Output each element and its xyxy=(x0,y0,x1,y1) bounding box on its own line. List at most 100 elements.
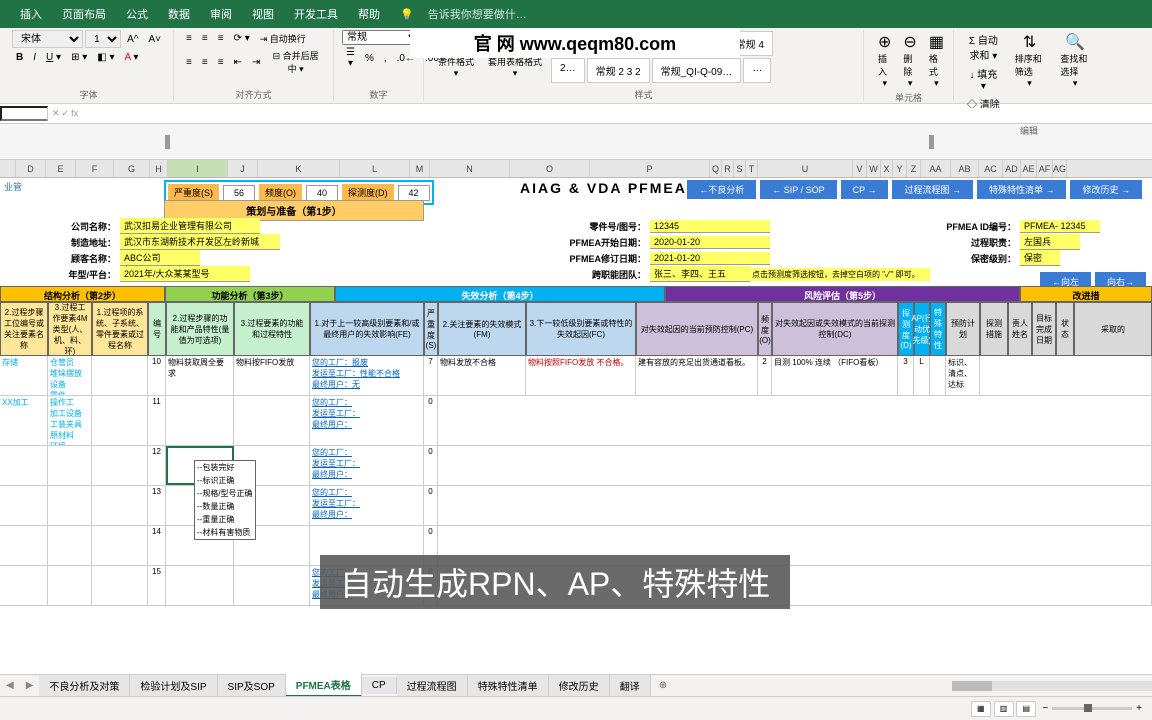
col-X[interactable]: X xyxy=(881,160,893,177)
dropdown-item[interactable]: --重量正确 xyxy=(195,513,255,526)
fill-btn[interactable]: ↓ 填充 ▾ xyxy=(962,64,1005,94)
style-box-more[interactable]: … xyxy=(743,58,771,83)
merge-btn[interactable]: ⊟ 合并后居中 ▾ xyxy=(266,47,325,77)
confirm-fx-icon[interactable]: ✓ xyxy=(62,108,70,119)
level-val[interactable]: 保密 xyxy=(1020,250,1060,266)
part-val[interactable]: 12345 xyxy=(650,220,770,233)
tab-formulas[interactable]: 公式 xyxy=(116,0,158,28)
formula-input[interactable] xyxy=(82,108,1152,119)
col-L[interactable]: L xyxy=(340,160,410,177)
nav-spec[interactable]: 特殊特性清单 → xyxy=(977,180,1067,199)
orient-btn[interactable]: ⟳ ▾ xyxy=(230,30,254,47)
col-AF[interactable]: AF xyxy=(1037,160,1053,177)
fill-color-btn[interactable]: ◧ ▾ xyxy=(93,50,118,65)
font-size-select[interactable]: 10 xyxy=(85,30,121,48)
sheet-tab[interactable]: 检验计划及SIP xyxy=(130,675,217,696)
indent-dec[interactable]: ⇤ xyxy=(230,47,246,77)
col-AG[interactable]: AG xyxy=(1053,160,1067,177)
col-Y[interactable]: Y xyxy=(893,160,907,177)
occ-value[interactable]: 40 xyxy=(306,185,338,201)
dropdown-item[interactable]: --材料有害物质含量% xyxy=(195,526,255,540)
owner-val[interactable]: 左国兵 xyxy=(1020,234,1080,250)
cust-val[interactable]: ABC公司 xyxy=(120,250,200,266)
style-box-6[interactable]: 常规_QI-Q-09… xyxy=(652,58,742,83)
insert-btn[interactable]: ⊕插入 ▾ xyxy=(872,30,897,91)
zoom-in-icon[interactable]: + xyxy=(1136,703,1142,714)
team-val[interactable]: 张三、李四、王五 xyxy=(650,266,750,282)
autosum-btn[interactable]: Σ 自动求和 ▾ xyxy=(962,30,1005,64)
font-name-select[interactable]: 宋体 xyxy=(12,30,83,48)
sheet-tab[interactable]: 不良分析及对策 xyxy=(39,675,130,696)
col-Z[interactable]: Z xyxy=(907,160,921,177)
det-value[interactable]: 42 xyxy=(398,185,430,201)
comma-btn[interactable]: , xyxy=(380,45,391,71)
addr-val[interactable]: 武汉市东湖新技术开发区左岭新城 xyxy=(120,234,280,250)
split-handle-icon[interactable] xyxy=(165,135,170,149)
col-O[interactable]: O xyxy=(510,160,590,177)
dropdown-list[interactable]: --包装完好 --标识正确 --规格/型号正确 --数量正确 --重量正确 --… xyxy=(194,460,256,540)
hscroll[interactable] xyxy=(952,681,1152,691)
col-M[interactable]: M xyxy=(410,160,430,177)
cancel-fx-icon[interactable]: ✕ xyxy=(52,108,60,119)
name-box[interactable] xyxy=(0,106,48,121)
col-AE[interactable]: AE xyxy=(1021,160,1037,177)
border-btn[interactable]: ⊞ ▾ xyxy=(67,50,91,65)
col-AD[interactable]: AD xyxy=(1003,160,1021,177)
zoom-slider[interactable] xyxy=(1052,707,1132,710)
dropdown-item[interactable]: --数量正确 xyxy=(195,500,255,513)
wrap-btn[interactable]: ⇥ 自动换行 xyxy=(256,30,310,47)
italic-btn[interactable]: I xyxy=(29,50,40,65)
delete-btn[interactable]: ⊖删除 ▾ xyxy=(897,30,922,91)
align-top[interactable]: ≡ xyxy=(182,30,196,47)
normal-view-icon[interactable]: ▦ xyxy=(971,701,991,717)
underline-btn[interactable]: U ▾ xyxy=(42,50,65,65)
col-P[interactable]: P xyxy=(590,160,710,177)
style-box-up[interactable]: 2… xyxy=(551,58,585,83)
nav-cp[interactable]: CP → xyxy=(841,180,889,199)
bold-btn[interactable]: B xyxy=(12,50,27,65)
font-color-btn[interactable]: A ▾ xyxy=(121,50,143,65)
col-S[interactable]: S xyxy=(734,160,746,177)
col-AA[interactable]: AA xyxy=(921,160,951,177)
col-F[interactable]: F xyxy=(76,160,114,177)
align-left[interactable]: ≡ xyxy=(182,47,196,77)
tab-nav-prev[interactable]: ◀ xyxy=(0,680,20,691)
col-G[interactable]: G xyxy=(114,160,150,177)
tab-dev[interactable]: 开发工具 xyxy=(284,0,348,28)
col-T[interactable]: T xyxy=(746,160,758,177)
style-box-5[interactable]: 常规 2 3 2 xyxy=(587,58,650,83)
page-layout-icon[interactable]: ▥ xyxy=(994,701,1014,717)
percent-btn[interactable]: % xyxy=(361,45,378,71)
col-AC[interactable]: AC xyxy=(979,160,1003,177)
currency-btn[interactable]: ☰ ▾ xyxy=(342,45,359,71)
dropdown-item[interactable]: --规格/型号正确 xyxy=(195,487,255,500)
rev-val[interactable]: 2021-01-20 xyxy=(650,252,770,265)
col-AB[interactable]: AB xyxy=(951,160,979,177)
sheet-tab[interactable]: 修改历史 xyxy=(549,675,610,696)
nav-sip[interactable]: ← SIP / SOP xyxy=(760,180,836,199)
sheet-tab-active[interactable]: PFMEA表格 xyxy=(286,674,362,697)
tab-view[interactable]: 视图 xyxy=(242,0,284,28)
sev-value[interactable]: 56 xyxy=(223,185,255,201)
align-bot[interactable]: ≡ xyxy=(214,30,228,47)
col-U[interactable]: U xyxy=(758,160,853,177)
page-break-icon[interactable]: ▤ xyxy=(1016,701,1036,717)
sheet-tab[interactable]: 特殊特性清单 xyxy=(468,675,549,696)
tab-layout[interactable]: 页面布局 xyxy=(52,0,116,28)
tab-insert[interactable]: 插入 xyxy=(10,0,52,28)
zoom-control[interactable]: − + xyxy=(1042,703,1142,714)
company-val[interactable]: 武汉扣易企业管理有限公司 xyxy=(120,218,260,234)
col-E[interactable]: E xyxy=(46,160,76,177)
sheet-tab[interactable]: CP xyxy=(362,677,397,694)
id-val[interactable]: PFMEA- 12345 xyxy=(1020,220,1100,233)
col-Q[interactable]: Q xyxy=(710,160,722,177)
sheet-tab[interactable]: 翻译 xyxy=(610,675,651,696)
add-sheet-icon[interactable]: ⊕ xyxy=(651,680,675,691)
tab-nav-next[interactable]: ▶ xyxy=(20,680,40,691)
col-K[interactable]: K xyxy=(258,160,340,177)
year-val[interactable]: 2021年/大众某某型号 xyxy=(120,266,250,282)
nav-flow[interactable]: 过程流程图 → xyxy=(892,180,973,199)
align-center[interactable]: ≡ xyxy=(198,47,212,77)
col-D[interactable]: D xyxy=(16,160,46,177)
col-V[interactable]: V xyxy=(853,160,867,177)
